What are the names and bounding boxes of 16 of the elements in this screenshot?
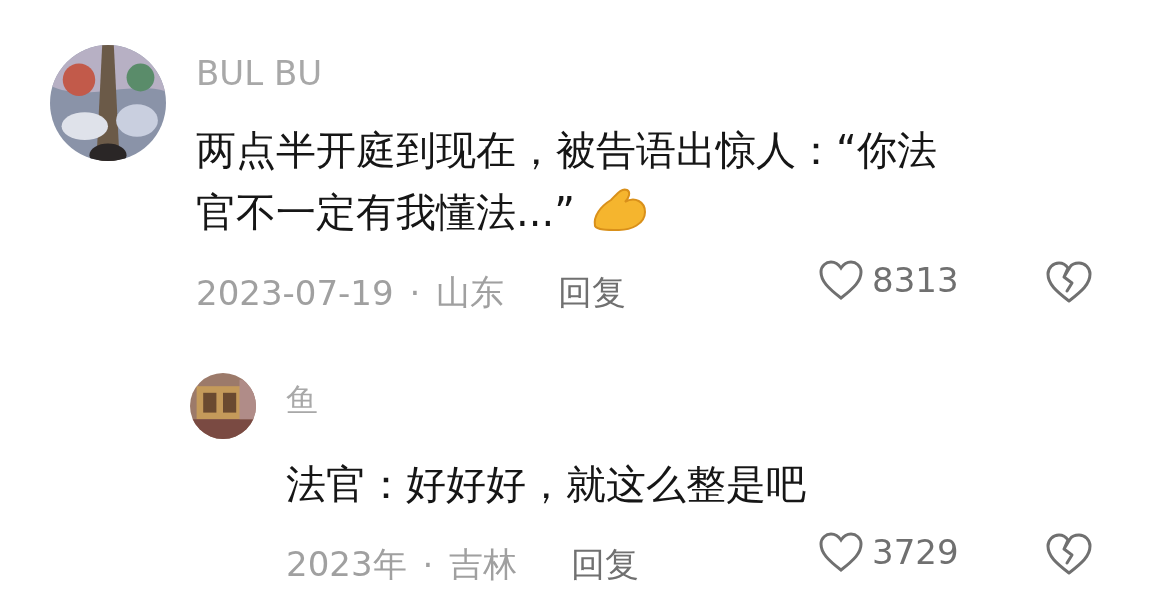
broken-heart-icon[interactable]	[1045, 532, 1093, 576]
like-count: 8313	[872, 260, 959, 300]
comment-date: 2023年	[286, 543, 407, 586]
comment-text: 两点半开庭到现在，被告语出惊人：“你法官不一定有我懂法...”	[196, 126, 938, 237]
broken-heart-icon[interactable]	[1045, 260, 1093, 304]
comment-location: 吉林	[449, 543, 518, 586]
separator-dot: ·	[409, 273, 421, 313]
comment-text: 法官：好好好，就这么整是吧	[286, 460, 807, 509]
reply-button[interactable]: 回复	[558, 270, 627, 316]
separator-dot: ·	[422, 545, 434, 585]
comment-date: 2023-07-19	[196, 273, 394, 313]
heart-icon[interactable]	[818, 531, 864, 573]
like-count: 3729	[872, 532, 959, 572]
reply-button[interactable]: 回复	[571, 542, 640, 588]
heart-icon[interactable]	[818, 259, 864, 301]
comment-location: 山东	[436, 271, 505, 314]
